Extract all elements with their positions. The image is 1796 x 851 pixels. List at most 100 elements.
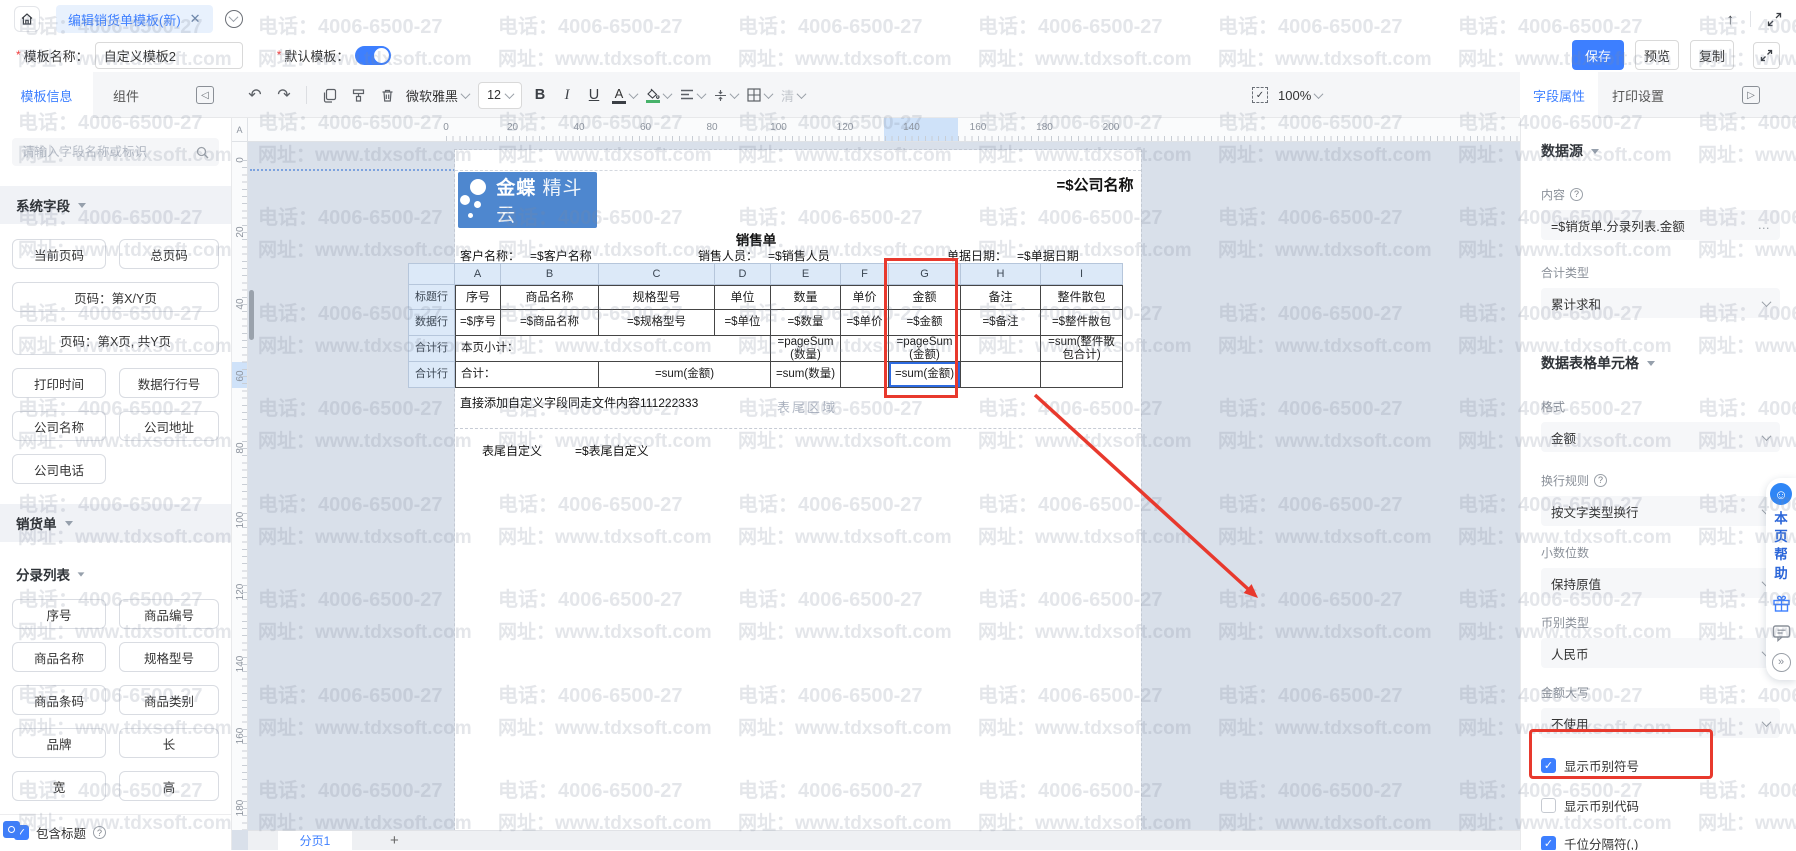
field-button[interactable]: 序号 xyxy=(12,599,106,629)
thousands-separator-checkbox[interactable]: ✓ xyxy=(1541,836,1556,850)
template-cell[interactable]: 数量 xyxy=(771,285,841,310)
undo-icon[interactable]: ↶ xyxy=(245,85,265,105)
default-template-toggle[interactable] xyxy=(355,46,391,65)
template-cell[interactable]: =pageSum(金额) xyxy=(889,336,961,362)
datasource-section-title[interactable]: 数据源 xyxy=(1541,142,1780,160)
help-icon[interactable]: ? xyxy=(1594,474,1607,487)
more-tools-icon[interactable]: » xyxy=(1772,653,1791,672)
collapse-left-panel-button[interactable]: ◁ xyxy=(196,86,214,104)
column-header[interactable]: E xyxy=(771,263,841,285)
show-currency-symbol-checkbox[interactable]: ✓ xyxy=(1541,758,1556,773)
row-header[interactable]: 数据行 xyxy=(408,310,455,336)
template-name-input[interactable] xyxy=(95,42,243,69)
font-family-select[interactable]: 微软雅黑 xyxy=(406,86,469,105)
field-button[interactable]: 商品编号 xyxy=(119,599,219,629)
zoom-select[interactable]: 100% xyxy=(1278,88,1322,103)
template-cell[interactable]: =sum(数量) xyxy=(771,362,841,388)
section-sales-order[interactable]: 销货单 xyxy=(0,504,231,542)
canvas-body[interactable]: 金蝶 精斗云 =$公司名称 销售单 客户名称：=$客户名称 销售人员：=$销售人… xyxy=(248,142,1520,830)
tab-field-properties[interactable]: 字段属性 xyxy=(1520,72,1598,118)
help-icon[interactable]: ? xyxy=(1570,188,1583,201)
tab-components[interactable]: 组件 xyxy=(93,72,159,118)
currency-type-select[interactable]: 人民币 xyxy=(1541,638,1780,668)
search-icon[interactable] xyxy=(196,146,209,159)
column-header[interactable]: C xyxy=(599,263,715,285)
page-tab-1[interactable]: 分页1 xyxy=(278,831,352,851)
duplicate-button[interactable]: 复制 xyxy=(1690,40,1734,70)
column-header[interactable]: G xyxy=(889,263,961,285)
field-button[interactable]: 商品名称 xyxy=(12,642,106,672)
salesperson-field[interactable]: 销售人员：=$销售人员 xyxy=(698,247,830,264)
field-button[interactable]: 打印时间 xyxy=(12,368,106,398)
custom-note-field[interactable]: 直接添加自定义字段同走文件内容111222333 xyxy=(460,394,698,411)
format-select[interactable]: 金额 xyxy=(1541,422,1780,452)
template-page[interactable]: 金蝶 精斗云 =$公司名称 销售单 客户名称：=$客户名称 销售人员：=$销售人… xyxy=(455,150,1141,830)
section-entry-list[interactable]: 分录列表 xyxy=(16,564,215,584)
amount-caps-select[interactable]: 不使用 xyxy=(1541,708,1780,738)
template-cell[interactable]: =sum(金额) xyxy=(599,362,771,388)
wrap-rule-select[interactable]: 按文字类型换行 xyxy=(1541,496,1780,526)
template-cell[interactable]: =$备注 xyxy=(961,310,1041,336)
redo-icon[interactable]: ↷ xyxy=(274,85,294,105)
tab-template-info[interactable]: 模板信息 xyxy=(0,72,93,118)
field-button[interactable]: 长 xyxy=(119,728,219,758)
field-button[interactable]: 高 xyxy=(119,771,219,801)
field-button[interactable]: 公司名称 xyxy=(12,411,106,441)
collapse-up-icon[interactable]: ↑ xyxy=(1727,11,1735,28)
table-corner[interactable] xyxy=(408,263,455,285)
field-button[interactable]: 数据行行号 xyxy=(119,368,219,398)
decimals-select[interactable]: 保持原值 xyxy=(1541,568,1780,598)
template-cell[interactable]: =sum(整件散包合计) xyxy=(1041,336,1123,362)
tab-list-button[interactable] xyxy=(225,10,243,28)
column-header[interactable]: H xyxy=(961,263,1041,285)
font-color-button[interactable]: A xyxy=(612,87,637,104)
template-cell[interactable]: 金额 xyxy=(889,285,961,310)
row-header[interactable]: 标题行 xyxy=(408,285,455,310)
vertical-scrollbar[interactable] xyxy=(249,290,254,340)
template-cell[interactable]: 备注 xyxy=(961,285,1041,310)
row-header[interactable]: 合计行 xyxy=(408,336,455,362)
content-input[interactable]: =$销货单.分录列表.金额… xyxy=(1541,210,1780,240)
horizontal-align-button[interactable] xyxy=(680,89,705,101)
template-cell[interactable] xyxy=(841,336,889,362)
bold-button[interactable]: B xyxy=(531,87,549,103)
template-cell[interactable]: 商品名称 xyxy=(501,285,599,310)
template-cell[interactable] xyxy=(961,336,1041,362)
expand-editor-button[interactable] xyxy=(1753,42,1780,69)
template-cell[interactable]: =$规格型号 xyxy=(599,310,715,336)
tab-print-settings[interactable]: 打印设置 xyxy=(1598,72,1678,118)
template-cell[interactable]: =pageSum(数量) xyxy=(771,336,841,362)
italic-button[interactable]: I xyxy=(558,87,576,104)
row-header[interactable]: 合计行 xyxy=(408,362,455,388)
template-cell[interactable]: =$商品名称 xyxy=(501,310,599,336)
cell-section-title[interactable]: 数据表格单元格 xyxy=(1541,354,1780,372)
format-painter-icon[interactable] xyxy=(348,88,368,103)
home-button[interactable] xyxy=(14,6,40,32)
template-cell[interactable]: =$序号 xyxy=(455,310,501,336)
underline-button[interactable]: U xyxy=(585,87,603,103)
column-header[interactable]: D xyxy=(715,263,771,285)
help-avatar-icon[interactable]: ☺ xyxy=(1770,483,1792,505)
template-cell[interactable]: =sum(金额) xyxy=(889,362,961,388)
delete-icon[interactable] xyxy=(377,88,397,103)
save-button[interactable]: 保存 xyxy=(1572,40,1624,70)
field-button[interactable]: 公司电话 xyxy=(12,454,106,484)
field-button[interactable]: 公司地址 xyxy=(119,411,219,441)
help-widget[interactable]: ☺ 本页帮助 » xyxy=(1766,478,1796,680)
template-cell[interactable]: =$金额 xyxy=(889,310,961,336)
add-page-button[interactable]: + xyxy=(390,832,399,849)
field-button[interactable]: 商品类别 xyxy=(119,685,219,715)
field-button[interactable]: 品牌 xyxy=(12,728,106,758)
floating-widget-icon[interactable] xyxy=(3,821,20,838)
field-button[interactable]: 总页码 xyxy=(119,239,219,269)
field-button[interactable]: 宽 xyxy=(12,771,106,801)
collapse-right-panel-button[interactable]: ▷ xyxy=(1742,86,1760,104)
total-type-select[interactable]: 累计求和 xyxy=(1541,288,1780,318)
gift-icon[interactable] xyxy=(1772,594,1791,613)
template-cell[interactable] xyxy=(961,362,1041,388)
copy-icon[interactable] xyxy=(319,88,339,103)
fill-color-button[interactable] xyxy=(646,88,671,103)
help-icon[interactable]: ? xyxy=(93,826,106,839)
section-system-fields[interactable]: 系统字段 xyxy=(0,186,231,224)
font-size-select[interactable]: 12 xyxy=(478,82,522,109)
